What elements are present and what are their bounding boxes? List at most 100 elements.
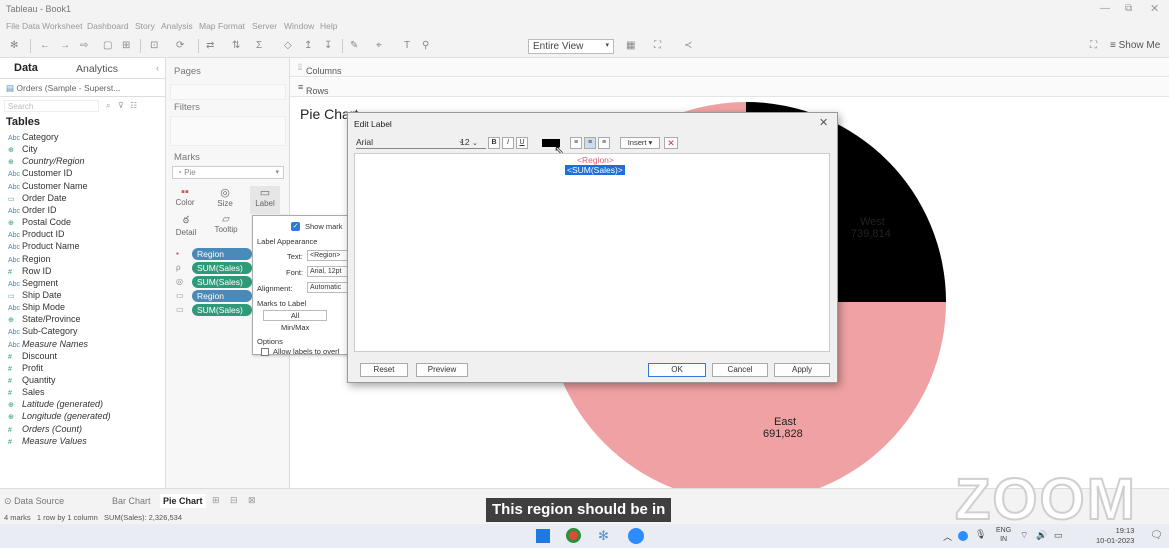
field-item[interactable]: # Discount [8,351,57,361]
menu-file[interactable]: File [6,21,20,31]
bold-button[interactable]: B [488,137,500,149]
menu-story[interactable]: Story [135,21,155,31]
windows-start-icon[interactable] [536,529,550,543]
pin2-icon[interactable]: ⚲ [422,40,429,51]
field-item[interactable]: Abc Product ID [8,229,65,239]
new-datasource-icon[interactable]: ⊞ [122,40,130,51]
menu-worksheet[interactable]: Worksheet [42,21,82,31]
size-select[interactable]: 12 ⌄ [452,137,486,149]
tableau-logo-icon[interactable]: ✻ [10,40,18,51]
field-item[interactable]: Abc Order ID [8,205,57,215]
text-icon[interactable]: T [404,40,410,51]
microphone-icon[interactable]: 🎙 [975,529,986,540]
datasource-item[interactable]: ▤ Orders (Sample - Superst... [6,83,120,94]
field-item[interactable]: # Orders (Count) [8,424,82,434]
field-item[interactable]: # Profit [8,363,43,373]
menu-dashboard[interactable]: Dashboard [87,21,129,31]
align-right-button[interactable]: ≡ [598,137,610,149]
text-value-button[interactable]: <Region> [307,250,351,261]
field-item[interactable]: ▭ Order Date [8,193,67,203]
swap-icon[interactable]: ⇄ [206,40,214,51]
size-button[interactable]: ◎ Size [210,186,240,214]
view-options-icon[interactable]: ☷ [130,101,137,110]
clear-format-icon[interactable]: ✕ [664,137,678,149]
field-item[interactable]: # Measure Values [8,436,87,446]
refresh-icon[interactable]: ⟳ [176,40,184,51]
filter-icon[interactable]: ⊽ [118,101,124,110]
label-button[interactable]: ▭ Label [250,186,280,214]
all-option[interactable]: All [263,310,327,321]
search-input[interactable]: Search [4,100,99,112]
tab-pie-chart[interactable]: Pie Chart [160,494,206,508]
menu-format[interactable]: Format [218,21,245,31]
share-icon[interactable]: ≺ [684,40,692,51]
field-item[interactable]: Abc Sub-Category [8,326,78,336]
clock[interactable]: 19:13 10-01-2023 [1096,526,1134,546]
allow-overlap-checkbox[interactable] [261,348,269,356]
field-item[interactable]: ⊕ Postal Code [8,217,71,227]
field-item[interactable]: # Quantity [8,375,56,385]
tableau-app-icon[interactable]: ✻ [598,528,609,544]
field-item[interactable]: # Sales [8,387,45,397]
menu-data[interactable]: Data [22,21,40,31]
field-item[interactable]: # Row ID [8,266,52,276]
datasource-tab[interactable]: ⊙ Data Source [4,496,64,507]
field-item[interactable]: Abc Region [8,254,51,264]
wifi-icon[interactable]: ⌔ [1020,530,1028,541]
close-window-icon[interactable]: ✕ [1150,2,1159,15]
presentation-mode-icon[interactable]: ⛶ [1090,40,1097,51]
field-item[interactable]: ⊕ State/Province [8,314,81,324]
field-item[interactable]: Abc Category [8,132,59,142]
cards-icon[interactable]: ▦ [626,40,635,51]
show-mark-checkbox[interactable]: ✓ [291,222,300,231]
pen-icon[interactable]: ✎ [350,40,358,51]
new-story-tab-icon[interactable]: ⊠ [248,495,256,506]
tab-data[interactable]: Data [14,62,38,74]
pages-shelf[interactable] [170,84,286,100]
menu-window[interactable]: Window [284,21,314,31]
menu-analysis[interactable]: Analysis [161,21,193,31]
label-text-editor[interactable]: <Region> <SUM(Sales)> [354,153,830,352]
search-icon[interactable]: ⌕ [106,101,110,111]
menu-server[interactable]: Server [252,21,277,31]
sort-up-icon[interactable]: ↥ [304,40,312,51]
new-dashboard-tab-icon[interactable]: ⊟ [230,495,238,506]
columns-shelf[interactable]: ⦙⦙ Columns [290,58,1169,77]
align-left-button[interactable]: ≡ [570,137,582,149]
field-item[interactable]: Abc Measure Names [8,339,88,349]
pill-region-color[interactable]: Region [192,248,252,260]
zoom-tray-icon[interactable] [958,531,968,541]
notification-icon[interactable]: 🗨 [1150,530,1163,541]
italic-button[interactable]: I [502,137,514,149]
rows-shelf[interactable]: ≡ Rows [290,78,1169,97]
undo-icon[interactable]: ← [40,40,50,51]
underline-button[interactable]: U [516,137,528,149]
menu-map[interactable]: Map [199,21,216,31]
zoom-app-icon[interactable] [628,528,644,544]
color-button[interactable]: ▪▪ Color [170,186,200,214]
apply-button[interactable]: Apply [774,363,830,377]
minimize-icon[interactable]: — [1100,3,1110,14]
field-item[interactable]: ⊕ Longitude (generated) [8,411,111,421]
filters-shelf[interactable] [170,116,286,146]
font-value-button[interactable]: Arial, 12pt [307,266,351,277]
insert-button[interactable]: Insert ▾ [620,137,660,149]
sort-asc-icon[interactable]: ⇅ [232,40,240,51]
field-item[interactable]: Abc Customer Name [8,181,88,191]
pill-sum-sales-size[interactable]: SUM(Sales) [192,276,252,288]
field-item[interactable]: ⊕ Country/Region [8,156,85,166]
tab-analytics[interactable]: Analytics [76,63,118,75]
pill-region-label[interactable]: Region [192,290,252,302]
sort-down-icon[interactable]: ↧ [324,40,332,51]
replay-icon[interactable]: ⇨ [80,40,88,51]
field-item[interactable]: Abc Ship Mode [8,302,65,312]
reset-button[interactable]: Reset [360,363,408,377]
align-center-button[interactable]: ≡ [584,137,596,149]
tab-bar-chart[interactable]: Bar Chart [112,496,151,506]
field-item[interactable]: Abc Customer ID [8,168,73,178]
redo-icon[interactable]: → [60,40,70,51]
detail-button[interactable]: ఠ Detail [170,214,202,242]
new-worksheet-tab-icon[interactable]: ⊞ [212,495,220,506]
mark-type-select[interactable]: ◔ Pie ▾ [172,166,284,179]
restore-icon[interactable]: ⧉ [1125,3,1132,14]
